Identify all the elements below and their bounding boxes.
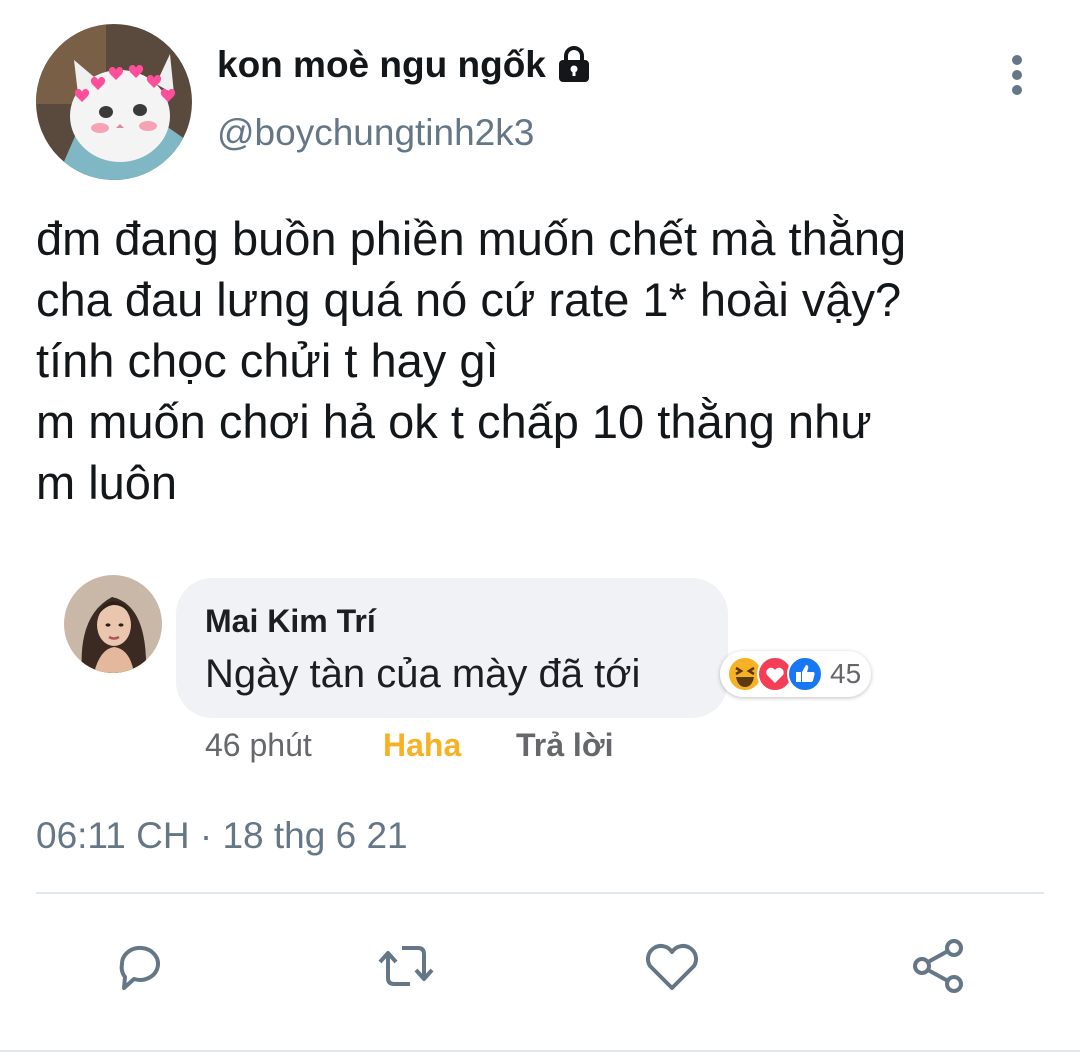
like-button[interactable] — [640, 934, 704, 998]
share-button[interactable] — [906, 934, 970, 998]
tweet-timestamp[interactable]: 06:11 CH · 18 thg 6 21 — [36, 815, 408, 857]
like-reaction-icon — [787, 656, 823, 692]
lock-icon — [554, 45, 594, 85]
reply-icon — [119, 945, 160, 990]
like-icon — [646, 944, 698, 990]
comment-time: 46 phút — [205, 727, 312, 763]
tweet-line: m muốn chơi hả ok t chấp 10 thằng như — [36, 395, 872, 448]
share-icon — [913, 939, 963, 993]
display-name-text: kon moè ngu ngốk — [217, 44, 546, 85]
bottom-divider — [0, 1050, 1080, 1052]
tweet-text: đm đang buồn phiền muốn chết mà thằng ch… — [36, 208, 1056, 513]
tweet-line: cha đau lưng quá nó cứ rate 1* hoài vậy? — [36, 273, 902, 326]
reply-button[interactable] — [108, 934, 172, 998]
tweet-line: đm đang buồn phiền muốn chết mà thằng — [36, 212, 907, 265]
display-name[interactable]: kon moè ngu ngốk — [217, 44, 594, 86]
tweet-line: m luôn — [36, 456, 178, 509]
comment-reply-label: Trả lời — [516, 727, 614, 763]
retweet-button[interactable] — [374, 934, 438, 998]
comment-reactions: 45 — [720, 651, 872, 697]
comment-author-avatar — [64, 575, 162, 673]
comment-text: Ngày tàn của mày đã tới — [205, 652, 641, 696]
tweet-line: tính chọc chửi t hay gì — [36, 334, 499, 387]
reaction-count: 45 — [830, 658, 862, 689]
user-avatar[interactable] — [36, 24, 192, 180]
more-vertical-icon[interactable] — [1000, 52, 1034, 98]
user-handle[interactable]: @boychungtinh2k3 — [217, 112, 534, 154]
comment-reaction-label: Haha — [383, 727, 462, 763]
comment-author-name: Mai Kim Trí — [205, 603, 376, 639]
comment-bubble — [176, 578, 728, 718]
divider — [36, 892, 1044, 894]
retweet-icon — [378, 946, 434, 986]
